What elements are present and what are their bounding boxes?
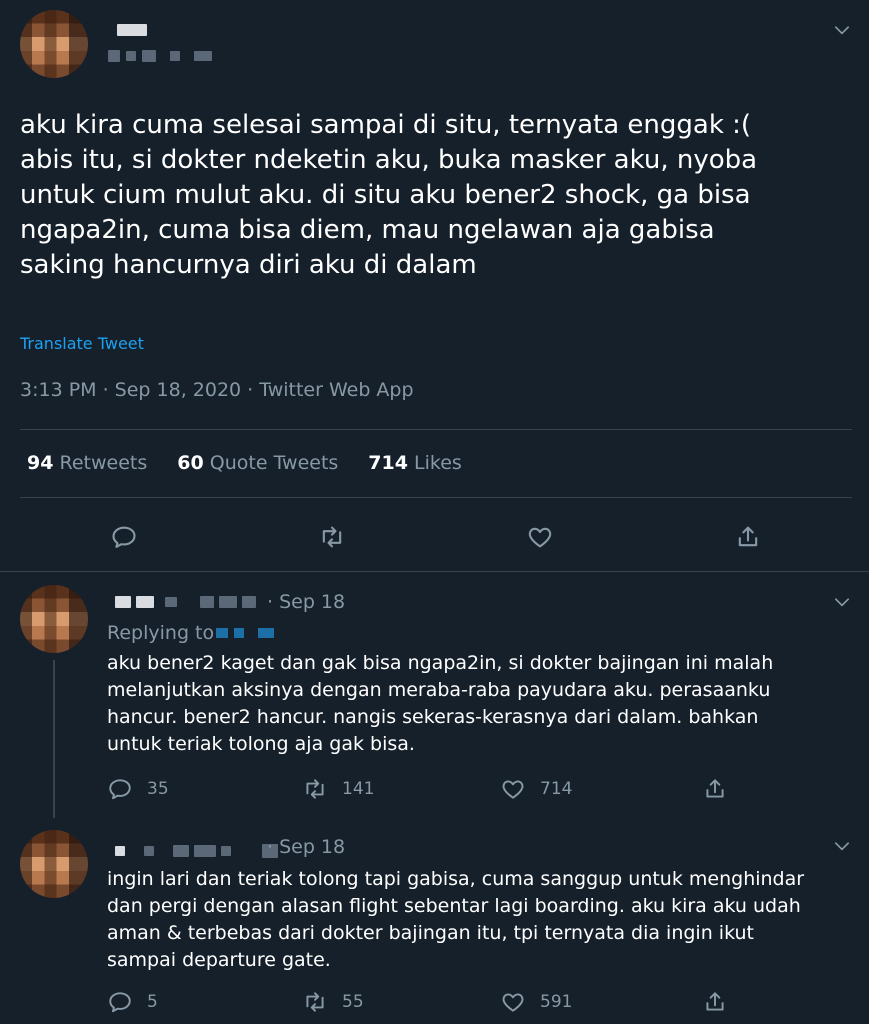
reply-author-redacted[interactable] [115,844,278,858]
reply-date[interactable]: · Sep 18 [267,591,345,613]
reply-text-line: untuk teriak tolong aja gak bisa. [107,733,415,755]
quote-tweets-stat[interactable]: 60 Quote Tweets [177,452,338,474]
divider [20,429,852,430]
retweet-icon [322,526,342,548]
like-count: 714 [540,779,573,799]
reply-share-button[interactable] [702,776,728,802]
share-icon [706,779,724,798]
chevron-down-icon [834,598,850,607]
author-handle-redacted[interactable] [108,50,212,62]
share-button[interactable] [732,521,764,553]
tweet-text: aku kira cuma selesai sampai di situ, te… [20,108,850,283]
tweet-stats: 94 Retweets 60 Quote Tweets 714 Likes [27,452,462,474]
translate-tweet-link[interactable]: Translate Tweet [20,334,144,353]
reply-text-line: hancur. bener2 hancur. nangis sekeras-ke… [107,706,759,728]
reply-date[interactable]: · Sep 18 [267,836,345,858]
quote-tweets-count: 60 [177,452,204,474]
quote-tweets-label: Quote Tweets [209,452,339,474]
reply-comment-button[interactable]: 5 [107,989,158,1015]
thread-line [53,660,55,818]
reply-more-chevron[interactable] [832,592,852,616]
reply-text: aku bener2 kaget dan gak bisa ngapa2in, … [107,650,847,758]
tweet-text-line: ngapa2in, cuma bisa diem, mau ngelawan a… [20,215,715,245]
tweet-text-line: saking hancurnya diri aku di dalam [20,250,477,280]
more-options-chevron[interactable] [832,20,852,44]
like-icon [502,993,524,1012]
share-icon [738,526,758,547]
retweet-count: 55 [342,992,364,1012]
tweet-text-line: untuk cium mulut aku. di situ aku bener2… [20,180,751,210]
retweet-button[interactable] [316,521,348,553]
reply-text-line: aku bener2 kaget dan gak bisa ngapa2in, … [107,652,774,674]
replying-to-label: Replying to [107,622,215,644]
reply-share-button[interactable] [702,989,728,1015]
reply-text-line: ingin lari dan teriak tolong tapi gabisa… [107,868,805,890]
retweet-icon [306,992,324,1012]
reply-count: 5 [147,992,158,1012]
reply-author-redacted[interactable] [115,596,256,608]
share-icon [706,992,724,1011]
reply-retweet-button[interactable]: 141 [302,776,374,802]
reply-more-chevron[interactable] [832,836,852,860]
retweet-icon [306,779,324,799]
like-icon [528,527,552,548]
likes-stat[interactable]: 714 Likes [368,452,462,474]
likes-label: Likes [414,452,462,474]
tweet-text-line: abis itu, si dokter ndeketin aku, buka m… [20,145,758,175]
comment-icon [109,779,131,800]
like-count: 591 [540,992,573,1012]
likes-count: 714 [368,452,408,474]
retweet-count: 141 [342,779,375,799]
reply-button[interactable] [108,521,140,553]
replying-to: Replying to [107,622,275,644]
retweets-stat[interactable]: 94 Retweets [27,452,147,474]
like-icon [502,780,524,799]
reply-avatar[interactable] [20,830,88,898]
reply-text-line: melanjutkan aksinya dengan meraba-raba p… [107,679,771,701]
retweets-label: Retweets [59,452,148,474]
chevron-down-icon [834,26,850,35]
replying-to-handle-redacted[interactable] [216,628,275,638]
reply-text: ingin lari dan teriak tolong tapi gabisa… [107,866,847,974]
divider [0,571,869,572]
retweets-count: 94 [27,452,54,474]
chevron-down-icon [834,842,850,851]
reply-count: 35 [147,779,169,799]
tweet-timestamp-source[interactable]: 3:13 PM · Sep 18, 2020 · Twitter Web App [20,379,414,401]
reply-text-line: sampai departure gate. [107,949,331,971]
author-display-name-redacted[interactable] [117,24,147,36]
reply-like-button[interactable]: 714 [500,776,572,802]
reply-retweet-button[interactable]: 55 [302,989,364,1015]
author-avatar[interactable] [20,10,88,78]
divider [20,497,852,498]
reply-comment-button[interactable]: 35 [107,776,169,802]
reply-like-button[interactable]: 591 [500,989,572,1015]
comment-icon [109,992,131,1013]
comment-icon [112,526,136,548]
reply-avatar[interactable] [20,585,88,653]
tweet-text-line: aku kira cuma selesai sampai di situ, te… [20,110,752,140]
reply-text-line: aman & terbebas dari dokter bajingan itu… [107,922,754,944]
reply-text-line: dan pergi dengan alasan flight sebentar … [107,895,801,917]
like-button[interactable] [524,521,556,553]
